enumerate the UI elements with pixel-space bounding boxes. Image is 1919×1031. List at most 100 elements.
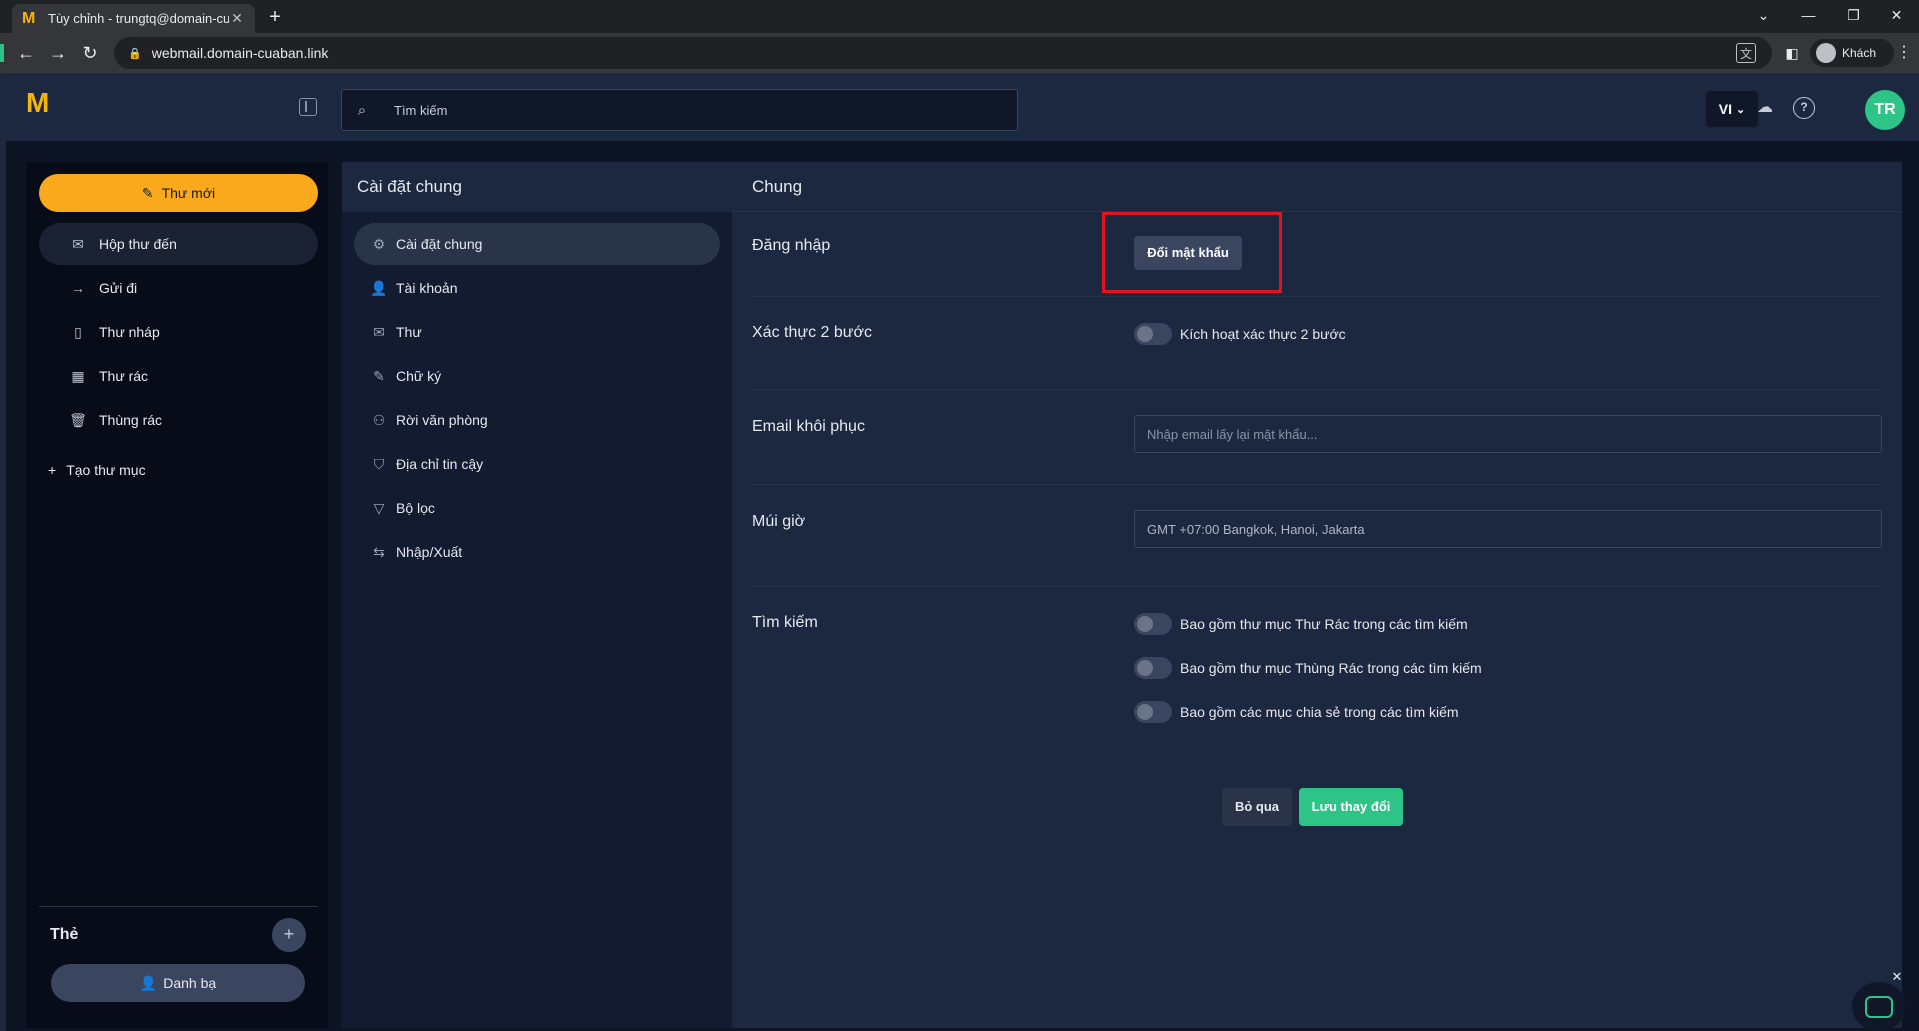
sidebar-item-label: Gửi đi (99, 280, 138, 296)
timezone-value: GMT +07:00 Bangkok, Hanoi, Jakarta (1147, 521, 1365, 537)
sidebar-toggle-icon[interactable] (299, 98, 317, 116)
tags-heading: Thẻ (50, 926, 79, 943)
url-text: webmail.domain-cuaban.link (151, 45, 329, 61)
compose-label: Thư mới (161, 185, 216, 201)
timezone-label: Múi giờ (752, 513, 806, 530)
pencil-icon: ✎ (141, 184, 154, 201)
recovery-email-input[interactable] (1147, 426, 1881, 442)
settings-item-import-export[interactable]: ⇆ Nhập/Xuất (354, 531, 720, 573)
change-password-button[interactable]: Đổi mật khẩu (1134, 236, 1242, 270)
browser-tab[interactable]: M Tùy chỉnh - trungtq@domain-cu ✕ (12, 4, 255, 33)
plus-icon: + (48, 462, 57, 478)
mail-favicon-icon: M (22, 9, 36, 27)
settings-item-label: Bộ lọc (396, 500, 435, 516)
search-icon: ⌕ (357, 101, 367, 119)
send-icon: → (71, 280, 85, 296)
chat-widget-close-icon[interactable]: ✕ (1890, 970, 1904, 984)
row-divider (752, 389, 1882, 390)
sidebar-divider (39, 906, 318, 907)
person-icon: 👤 (139, 974, 158, 991)
close-window-button[interactable]: ✕ (1874, 0, 1919, 33)
app-logo[interactable]: M (26, 89, 56, 123)
tab-search-icon[interactable]: ⌄ (1741, 0, 1786, 33)
minimize-button[interactable]: — (1786, 0, 1831, 33)
settings-item-signature[interactable]: ✎ Chữ ký (354, 355, 720, 397)
sidebar-item-inbox[interactable]: ✉ Hộp thư đến (39, 223, 318, 265)
side-panel-icon[interactable]: ◧ (1780, 41, 1804, 65)
include-shared-label: Bao gồm các mục chia sẻ trong các tìm ki… (1180, 704, 1459, 720)
settings-nav: Cài đặt chung ⚙ Cài đặt chung 👤 Tài khoả… (342, 162, 732, 1028)
twofa-label: Xác thực 2 bước (752, 324, 872, 341)
sidebar-item-label: Hộp thư đến (99, 236, 177, 252)
settings-item-label: Nhập/Xuất (396, 544, 463, 560)
reload-icon[interactable]: ↻ (78, 41, 102, 65)
settings-item-label: Thư (396, 324, 422, 340)
back-icon[interactable]: ← (14, 41, 38, 65)
settings-item-trusted[interactable]: ⛉ Địa chỉ tin cậy (354, 443, 720, 485)
profile-button[interactable]: Khách (1810, 39, 1894, 67)
help-icon[interactable]: ? (1793, 97, 1815, 119)
skip-button[interactable]: Bỏ qua (1222, 788, 1292, 826)
filter-icon: ▽ (373, 499, 385, 516)
sidebar-item-sent[interactable]: → Gửi đi (39, 267, 318, 309)
row-divider (752, 484, 1882, 485)
include-shared-toggle[interactable] (1134, 701, 1172, 723)
twofa-toggle[interactable] (1134, 323, 1172, 345)
sidebar-item-label: Thùng rác (99, 412, 163, 428)
translate-icon[interactable]: 文 (1736, 43, 1756, 63)
mail-sidebar: ✎ Thư mới ✉ Hộp thư đến → Gửi đi ▯ Thư n… (26, 162, 328, 1028)
settings-content: Chung Đăng nhập Đổi mật khẩu Xác thực 2 … (732, 162, 1902, 1028)
sidebar-item-trash[interactable]: 🗑 Thùng rác (39, 399, 318, 441)
user-avatar[interactable]: TR (1865, 90, 1905, 130)
settings-nav-title: Cài đặt chung (342, 162, 732, 212)
settings-item-label: Cài đặt chung (396, 236, 483, 252)
save-button[interactable]: Lưu thay đổi (1299, 788, 1403, 826)
browser-menu-icon[interactable]: ⋮ (1894, 41, 1914, 65)
contacts-button[interactable]: 👤 Danh bạ (51, 964, 305, 1002)
settings-item-out-of-office[interactable]: ⚇ Rời văn phòng (354, 399, 720, 441)
new-folder-button[interactable]: + Tạo thư mục (48, 462, 146, 478)
row-divider (752, 586, 1882, 587)
chat-widget-button[interactable] (1852, 982, 1906, 1031)
tab-close-icon[interactable]: ✕ (229, 10, 245, 27)
sidebar-item-label: Thư nháp (99, 324, 160, 340)
window-edge-marker (0, 44, 4, 62)
signature-icon: ✎ (373, 367, 385, 384)
mail-icon: ✉ (373, 323, 385, 340)
timezone-select[interactable]: GMT +07:00 Bangkok, Hanoi, Jakarta (1134, 510, 1882, 548)
compose-button[interactable]: ✎ Thư mới (39, 174, 318, 212)
recovery-email-field (1134, 415, 1882, 453)
settings-item-label: Rời văn phòng (396, 412, 488, 428)
include-spam-toggle[interactable] (1134, 613, 1172, 635)
contacts-label: Danh bạ (163, 975, 217, 991)
row-divider (752, 296, 1882, 297)
settings-item-label: Tài khoản (396, 280, 458, 296)
new-tab-button[interactable]: + (263, 6, 287, 30)
profile-avatar-icon (1816, 43, 1836, 63)
twofa-toggle-label: Kích hoạt xác thực 2 bước (1180, 326, 1346, 342)
theme-toggle-icon[interactable]: ☁ (1754, 97, 1776, 119)
settings-item-account[interactable]: 👤 Tài khoản (354, 267, 720, 309)
add-tag-button[interactable]: + (272, 918, 306, 952)
import-export-icon: ⇆ (373, 543, 385, 560)
sidebar-item-drafts[interactable]: ▯ Thư nháp (39, 311, 318, 353)
forward-icon[interactable]: → (46, 41, 70, 65)
sidebar-item-label: Thư rác (99, 368, 149, 384)
shield-icon: ⛉ (373, 455, 385, 472)
new-folder-label: Tạo thư mục (66, 462, 146, 478)
include-trash-toggle[interactable] (1134, 657, 1172, 679)
settings-item-mail[interactable]: ✉ Thư (354, 311, 720, 353)
settings-item-general[interactable]: ⚙ Cài đặt chung (354, 223, 720, 265)
lock-icon: 🔒 (128, 47, 142, 60)
address-bar[interactable]: 🔒 webmail.domain-cuaban.link (114, 37, 1772, 69)
search-input[interactable] (382, 90, 1017, 130)
settings-item-filters[interactable]: ▽ Bộ lọc (354, 487, 720, 529)
restore-button[interactable]: ❐ (1831, 0, 1876, 33)
settings-item-label: Chữ ký (396, 368, 442, 384)
out-of-office-icon: ⚇ (372, 411, 386, 428)
sidebar-item-spam[interactable]: ▦ Thư rác (39, 355, 318, 397)
app-header: M ⌕ VI ⌄ ☁ ? TR (6, 73, 1919, 141)
login-label: Đăng nhập (752, 237, 831, 254)
language-selector[interactable]: VI ⌄ (1706, 91, 1758, 127)
tab-title: Tùy chỉnh - trungtq@domain-cu (48, 11, 229, 26)
